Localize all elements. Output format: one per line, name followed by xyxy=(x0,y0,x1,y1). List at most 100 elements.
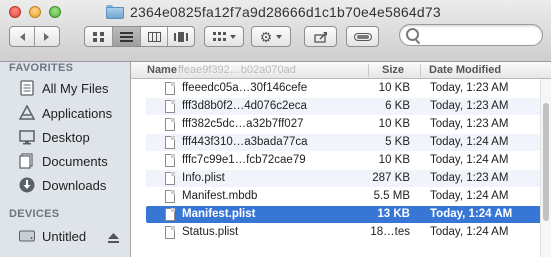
sidebar-item-all-my-files[interactable]: All My Files xyxy=(18,77,108,99)
favorites-header: FAVORITES xyxy=(9,62,74,74)
sidebar-item-downloads[interactable]: Downloads xyxy=(18,174,106,196)
applications-icon xyxy=(18,105,35,122)
window-title-text: 2364e0825fa12f7a9d28666d1c1b70e4e5864d73 xyxy=(130,4,441,20)
file-size: 10 KB xyxy=(378,118,410,130)
file-size: 18…tes xyxy=(370,226,410,238)
document-icon xyxy=(165,208,175,221)
window-title: 2364e0825fa12f7a9d28666d1c1b70e4e5864d73 xyxy=(106,3,441,21)
sidebar: FAVORITES All My Files Applications Desk… xyxy=(0,62,131,257)
file-name: fff443f310…a3bada77ca xyxy=(182,136,308,148)
file-row[interactable]: fff443f310…a3bada77ca 5 KB Today, 1:24 A… xyxy=(146,134,543,151)
column-divider xyxy=(368,64,369,77)
document-icon xyxy=(165,118,175,131)
file-date: Today, 1:23 AM xyxy=(430,118,509,130)
all-files-icon xyxy=(18,80,35,97)
file-date: Today, 1:24 AM xyxy=(430,190,509,202)
column-view-button[interactable] xyxy=(140,27,167,46)
list-view-button[interactable] xyxy=(112,27,140,46)
file-name: fffc7c99e1…fcb72cae79 xyxy=(182,154,306,166)
file-name: fff382c5dc…a32b7ff027 xyxy=(182,118,304,130)
minimize-button[interactable] xyxy=(29,6,41,18)
zoom-button[interactable] xyxy=(49,6,61,18)
file-size: 5.5 MB xyxy=(373,190,410,202)
file-date: Today, 1:23 AM xyxy=(430,172,509,184)
close-button[interactable] xyxy=(9,6,21,18)
sidebar-item-desktop[interactable]: Desktop xyxy=(18,126,90,148)
file-size: 5 KB xyxy=(385,136,410,148)
file-row[interactable]: Info.plist 287 KB Today, 1:23 AM xyxy=(146,170,543,187)
list-view-icon xyxy=(120,31,133,42)
sidebar-item-label: Desktop xyxy=(42,129,90,145)
documents-icon xyxy=(18,153,35,170)
search-input[interactable] xyxy=(399,24,543,46)
window-toolbar: 2364e0825fa12f7a9d28666d1c1b70e4e5864d73… xyxy=(0,0,551,62)
file-name: ffeeedc05a…30f146cefe xyxy=(182,82,308,94)
file-row[interactable]: ffeeedc05a…30f146cefe 10 KB Today, 1:23 … xyxy=(146,80,543,97)
sidebar-item-label: Downloads xyxy=(42,177,107,193)
tag-icon xyxy=(353,32,372,41)
ghost-row: ffeae9f392…b02a070ad xyxy=(178,64,296,76)
document-icon xyxy=(165,154,175,167)
cover-flow-icon xyxy=(174,31,188,42)
column-size[interactable]: Size xyxy=(382,64,404,76)
share-button[interactable] xyxy=(304,26,337,47)
file-row[interactable]: Status.plist 18…tes Today, 1:24 AM xyxy=(146,224,543,241)
document-icon xyxy=(165,172,175,185)
file-row-selected[interactable]: Manifest.plist 13 KB Today, 1:24 AM xyxy=(146,206,543,223)
file-row[interactable]: fff3d8b0f2…4d076c2eca 6 KB Today, 1:23 A… xyxy=(146,98,543,115)
chevron-right-icon xyxy=(44,32,50,41)
desktop-icon xyxy=(18,129,35,146)
file-row[interactable]: Manifest.mbdb 5.5 MB Today, 1:24 AM xyxy=(146,188,543,205)
back-forward-control xyxy=(9,26,60,47)
column-date[interactable]: Date Modified xyxy=(429,64,501,76)
share-icon xyxy=(313,31,327,43)
gear-icon: ⚙ xyxy=(259,28,273,45)
search-icon xyxy=(406,28,419,41)
sidebar-item-label: All My Files xyxy=(42,80,109,96)
document-icon xyxy=(165,82,175,95)
file-row[interactable]: fffc7c99e1…fcb72cae79 10 KB Today, 1:24 … xyxy=(146,152,543,169)
file-date: Today, 1:24 AM xyxy=(430,154,509,166)
column-divider xyxy=(420,64,421,77)
file-size: 6 KB xyxy=(385,100,410,112)
file-date: Today, 1:24 AM xyxy=(430,208,513,220)
cover-flow-button[interactable] xyxy=(167,27,194,46)
column-header: ffeae9f392…b02a070ad Name Size Date Modi… xyxy=(131,62,551,79)
back-button[interactable] xyxy=(10,27,34,46)
chevron-down-icon xyxy=(229,34,236,39)
file-name: Manifest.plist xyxy=(182,208,256,220)
folder-icon xyxy=(106,5,124,19)
document-icon xyxy=(165,190,175,203)
action-button[interactable]: ⚙ xyxy=(251,26,291,47)
sidebar-item-applications[interactable]: Applications xyxy=(18,102,112,124)
document-icon xyxy=(165,136,175,149)
icon-view-icon xyxy=(92,31,104,42)
sidebar-item-label: Documents xyxy=(42,153,108,169)
downloads-icon xyxy=(18,177,35,194)
tag-button[interactable] xyxy=(346,26,379,47)
file-list: ffeae9f392…b02a070ad Name Size Date Modi… xyxy=(131,62,551,257)
column-name[interactable]: Name xyxy=(147,64,177,76)
eject-icon[interactable] xyxy=(108,230,119,248)
file-date: Today, 1:24 AM xyxy=(430,226,509,238)
document-icon xyxy=(165,226,175,239)
sidebar-item-untitled[interactable]: Untitled xyxy=(18,225,86,247)
file-date: Today, 1:23 AM xyxy=(430,100,509,112)
file-date: Today, 1:24 AM xyxy=(430,136,509,148)
document-icon xyxy=(165,100,175,113)
vertical-scrollbar[interactable] xyxy=(540,79,551,257)
file-name: fff3d8b0f2…4d076c2eca xyxy=(182,100,307,112)
column-view-icon xyxy=(147,31,161,42)
forward-button[interactable] xyxy=(34,27,59,46)
devices-header: DEVICES xyxy=(9,208,60,220)
file-name: Info.plist xyxy=(182,172,225,184)
icon-view-button[interactable] xyxy=(85,27,112,46)
chevron-down-icon xyxy=(276,34,283,39)
file-row[interactable]: fff382c5dc…a32b7ff027 10 KB Today, 1:23 … xyxy=(146,116,543,133)
chevron-left-icon xyxy=(20,32,26,41)
arrange-grid-icon xyxy=(212,31,226,41)
scrollbar-thumb[interactable] xyxy=(543,103,549,221)
file-size: 13 KB xyxy=(377,208,410,220)
sidebar-item-documents[interactable]: Documents xyxy=(18,150,108,172)
arrange-button[interactable] xyxy=(204,26,244,47)
